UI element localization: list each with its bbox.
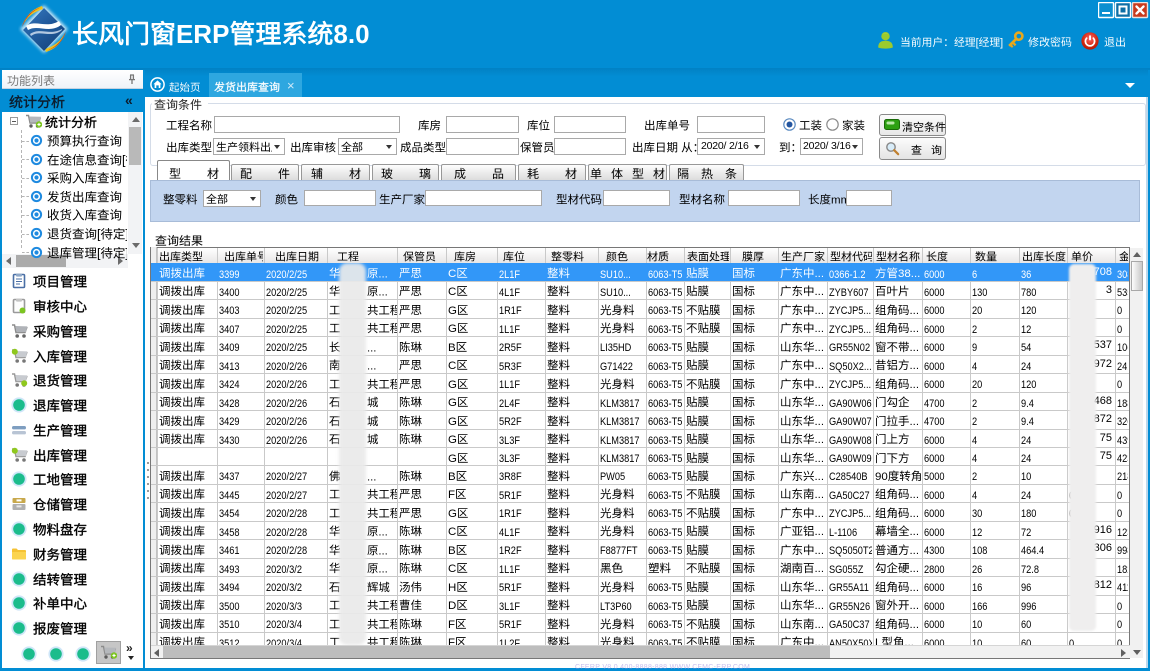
svg-text:...: ... [904,637,914,645]
svg-text:...: ... [814,342,824,354]
svg-text:...: ... [814,360,824,372]
svg-text:...: ... [909,416,919,428]
svg-text:...: ... [909,324,919,336]
svg-text:...: ... [909,508,919,520]
svg-text:...: ... [814,545,824,557]
svg-text:G: G [448,379,457,391]
svg-text:F: F [448,490,455,502]
svg-text:...: ... [378,287,387,299]
svg-text:]: ] [1000,37,1003,49]
svg-text:...: ... [814,471,824,483]
svg-text:B: B [448,342,456,354]
svg-text:D: D [448,600,456,612]
svg-text:G: G [448,416,457,428]
svg-text:...: ... [367,361,376,373]
svg-text:G: G [448,453,457,465]
svg-text:F: F [448,619,455,631]
svg-text:...: ... [814,508,824,520]
svg-text:...: ... [367,471,376,483]
svg-text:...: ... [814,397,824,409]
svg-text:...: ... [814,305,824,317]
svg-text:...: ... [814,526,824,538]
svg-text:90: 90 [875,471,888,483]
svg-text:[: [ [97,227,101,241]
svg-text:C: C [448,268,456,280]
svg-text:...: ... [909,526,919,538]
svg-text:L: L [875,637,881,645]
svg-text:...: ... [814,563,824,575]
svg-text:]: ] [125,246,127,260]
svg-text:[: [ [976,37,979,49]
svg-text:...: ... [909,490,919,502]
svg-text:...: ... [909,379,919,391]
svg-text:G: G [448,324,457,336]
svg-text:[: [ [97,246,101,260]
svg-text:[: [ [122,153,126,167]
svg-text:G: G [448,508,457,520]
svg-text:...: ... [909,360,919,372]
svg-text:38...: 38... [898,268,920,280]
svg-text:...: ... [814,453,824,465]
svg-text:...: ... [378,545,387,557]
svg-text:...: ... [909,600,919,612]
svg-text:C: C [448,563,456,575]
svg-text:C: C [448,287,456,299]
svg-text:G: G [448,397,457,409]
svg-text:...: ... [367,342,376,354]
svg-text:...: ... [814,268,824,280]
svg-text:...: ... [814,416,824,428]
svg-text:...: ... [909,305,919,317]
svg-text:...: ... [909,582,919,594]
svg-text:...: ... [814,600,824,612]
svg-text:C: C [448,360,456,372]
svg-text:ERP: ERP [176,19,229,49]
svg-text:...: ... [378,268,387,280]
svg-text:...: ... [814,287,824,299]
svg-text:...: ... [378,527,387,539]
svg-text:...: ... [378,563,387,575]
svg-text:]: ] [125,227,127,241]
svg-text:B: B [448,471,456,483]
svg-text:...: ... [814,379,824,391]
svg-text:...: ... [814,434,824,446]
svg-text:...: ... [909,545,919,557]
svg-text:G: G [448,305,457,317]
svg-text:...: ... [909,619,919,631]
svg-text:...: ... [814,490,824,502]
svg-text:...: ... [814,619,824,631]
svg-text:...: ... [814,637,824,645]
svg-text:G: G [448,434,457,446]
svg-text:8.0: 8.0 [333,19,369,49]
svg-text:...: ... [909,342,919,354]
svg-text:...: ... [814,324,824,336]
svg-text:...: ... [814,582,824,594]
svg-text:B: B [448,545,456,557]
svg-text:F: F [448,637,455,645]
svg-text:...: ... [909,563,919,575]
svg-text:H: H [448,582,456,594]
svg-text:C: C [448,526,456,538]
